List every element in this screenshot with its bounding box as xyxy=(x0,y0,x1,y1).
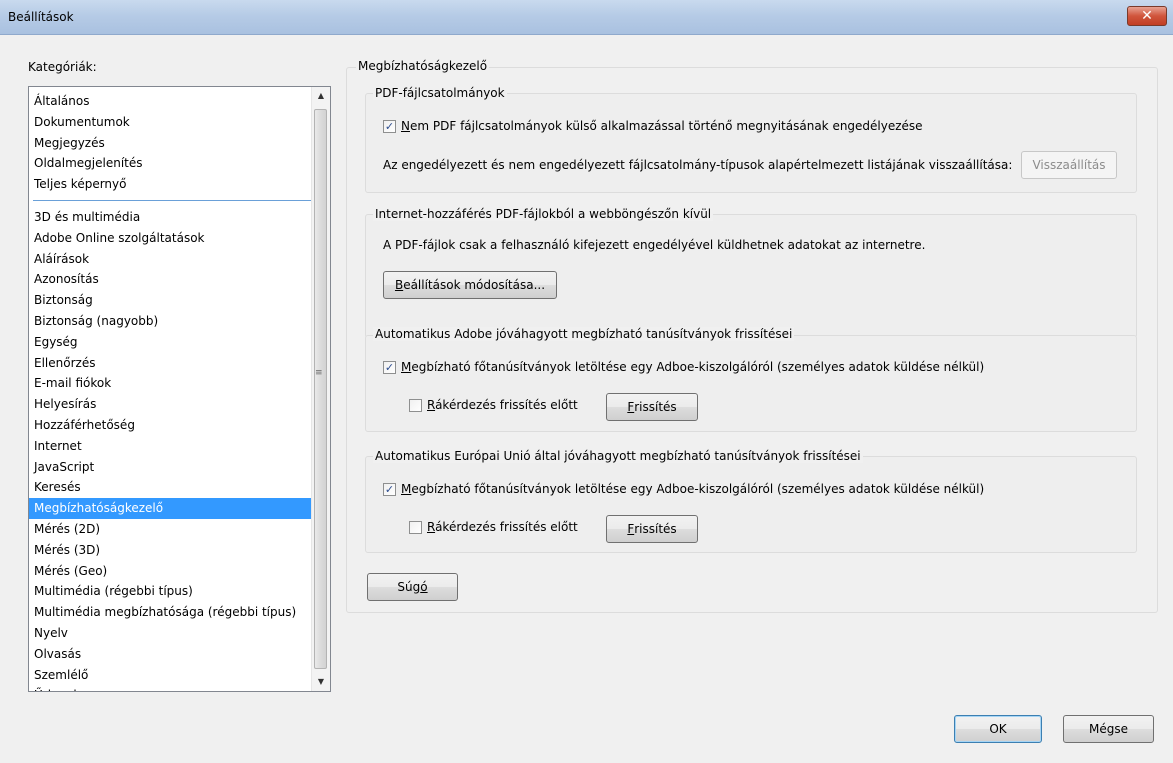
category-item[interactable]: Olvasás xyxy=(29,644,311,665)
adobe-certs-title: Automatikus Adobe jóváhagyott megbízható… xyxy=(373,327,795,341)
label-text: em PDF fájlcsatolmányok külső alkalmazás… xyxy=(409,119,923,133)
category-item[interactable]: Hozzáférhetőség xyxy=(29,415,311,436)
category-item[interactable]: Aláírások xyxy=(29,249,311,270)
category-item[interactable]: Ellenőrzés xyxy=(29,353,311,374)
eu-download-label: Megbízható főtanúsítványok letöltése egy… xyxy=(401,482,984,496)
category-item[interactable]: Teljes képernyő xyxy=(29,174,311,195)
eu-ask-label: Rákérdezés frissítés előtt xyxy=(427,520,578,534)
label-text: egbízható főtanúsítványok letöltése egy … xyxy=(411,360,985,374)
category-item[interactable]: Internet xyxy=(29,436,311,457)
button-label: Súg xyxy=(397,580,421,594)
category-item[interactable]: Mérés (3D) xyxy=(29,540,311,561)
window-title: Beállítások xyxy=(8,10,74,24)
adobe-ask-label: Rákérdezés frissítés előtt xyxy=(427,398,578,412)
eu-download-checkbox[interactable] xyxy=(383,483,396,496)
reset-button[interactable]: Visszaállítás xyxy=(1021,151,1117,179)
categories-list: Általános Dokumentumok Megjegyzés Oldalmegj… xyxy=(29,87,311,691)
close-icon: ✕ xyxy=(1141,8,1153,24)
accel-key: ó xyxy=(420,580,428,594)
label-text: ákérdezés frissítés előtt xyxy=(435,398,578,412)
categories-scrollbar[interactable]: ▲ ≡ ▼ xyxy=(311,87,330,691)
category-item[interactable]: Biztonság (nagyobb) xyxy=(29,311,311,332)
category-item[interactable]: Multimédia (régebbi típus) xyxy=(29,581,311,602)
accel-key: B xyxy=(394,278,404,292)
category-item[interactable]: Adobe Online szolgáltatások xyxy=(29,228,311,249)
label-text: egbízható főtanúsítványok letöltése egy … xyxy=(411,482,985,496)
reset-description: Az engedélyezett és nem engedélyezett fá… xyxy=(383,158,1013,172)
eu-update-button[interactable]: Frissítés xyxy=(606,515,698,543)
cancel-button[interactable]: Mégse xyxy=(1063,715,1154,743)
category-item[interactable]: Űrlapok xyxy=(29,685,311,691)
category-item[interactable]: Multimédia megbízhatósága (régebbi típus… xyxy=(29,602,311,623)
category-item[interactable]: Megjegyzés xyxy=(29,133,311,154)
allow-attachments-label: Nem PDF fájlcsatolmányok külső alkalmazá… xyxy=(401,119,923,133)
accel-key: F xyxy=(627,522,635,536)
adobe-ask-checkbox[interactable] xyxy=(409,399,422,412)
button-label: eállítások módosítása... xyxy=(403,278,546,292)
title-bar: Beállítások ✕ xyxy=(0,0,1173,35)
category-separator xyxy=(29,195,311,207)
help-button[interactable]: Súg ó xyxy=(367,573,458,601)
category-item[interactable]: Oldalmegjelenítés xyxy=(29,153,311,174)
categories-label: Kategóriák: xyxy=(28,60,97,74)
accel-key: N xyxy=(401,119,410,133)
eu-ask-checkbox[interactable] xyxy=(409,521,422,534)
category-item[interactable]: Megbízhatóságkezelő xyxy=(29,498,311,519)
category-item[interactable]: Keresés xyxy=(29,477,311,498)
categories-listbox[interactable]: Általános Dokumentumok Megjegyzés Oldalmegj… xyxy=(28,86,331,692)
scroll-up-icon[interactable]: ▲ xyxy=(312,87,330,105)
ok-button[interactable]: OK xyxy=(954,715,1042,743)
adobe-certs-group xyxy=(365,335,1137,432)
change-settings-button[interactable]: Beállítások módosítása... xyxy=(383,271,557,299)
category-item[interactable]: Általános xyxy=(29,91,311,112)
allow-attachments-checkbox[interactable] xyxy=(383,120,396,133)
panel-title: Megbízhatóságkezelő xyxy=(356,59,490,73)
accel-key: R xyxy=(427,398,436,412)
accel-key: R xyxy=(427,520,436,534)
category-item[interactable]: Szemlélő xyxy=(29,665,311,686)
category-item[interactable]: Helyesírás xyxy=(29,394,311,415)
pdf-attachments-title: PDF-fájlcsatolmányok xyxy=(373,86,507,100)
adobe-download-checkbox[interactable] xyxy=(383,361,396,374)
adobe-download-label: Megbízható főtanúsítványok letöltése egy… xyxy=(401,360,984,374)
close-button[interactable]: ✕ xyxy=(1127,6,1167,26)
internet-access-description: A PDF-fájlok csak a felhasználó kifejeze… xyxy=(383,238,926,252)
accel-key: F xyxy=(627,400,635,414)
button-label: rissítés xyxy=(634,400,677,414)
scroll-thumb[interactable] xyxy=(314,109,327,669)
category-item[interactable]: E-mail fiókok xyxy=(29,373,311,394)
button-label: rissítés xyxy=(634,522,677,536)
eu-certs-group xyxy=(365,456,1137,553)
internet-access-title: Internet-hozzáférés PDF-fájlokból a webb… xyxy=(373,207,714,221)
scroll-grip-icon: ≡ xyxy=(315,368,323,378)
scroll-down-icon[interactable]: ▼ xyxy=(312,673,330,691)
accel-key: M xyxy=(401,482,412,496)
label-text: ákérdezés frissítés előtt xyxy=(435,520,578,534)
category-item[interactable]: Mérés (Geo) xyxy=(29,561,311,582)
category-item[interactable]: Dokumentumok xyxy=(29,112,311,133)
adobe-update-button[interactable]: Frissítés xyxy=(606,393,698,421)
category-item[interactable]: Egység xyxy=(29,332,311,353)
eu-certs-title: Automatikus Európai Unió által jóváhagyo… xyxy=(373,449,863,463)
category-item[interactable]: 3D és multimédia xyxy=(29,207,311,228)
accel-key: M xyxy=(401,360,412,374)
category-item[interactable]: Mérés (2D) xyxy=(29,519,311,540)
category-item[interactable]: Biztonság xyxy=(29,290,311,311)
category-item[interactable]: Nyelv xyxy=(29,623,311,644)
category-item[interactable]: Azonosítás xyxy=(29,269,311,290)
category-item[interactable]: JavaScript xyxy=(29,457,311,478)
